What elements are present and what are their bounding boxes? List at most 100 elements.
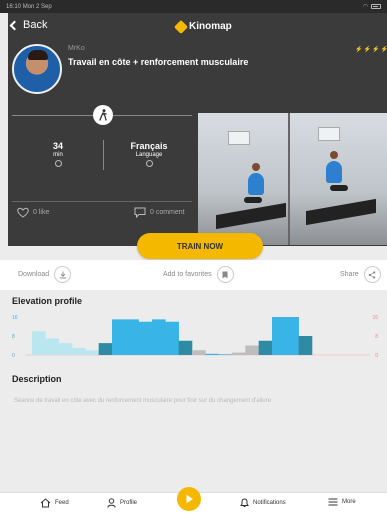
runner-icon: [99, 109, 107, 121]
globe-icon: [145, 160, 153, 167]
duration-value: 34: [52, 141, 63, 151]
elevation-bar: [218, 354, 233, 355]
clock-icon: [54, 160, 62, 167]
runner-left: [248, 173, 264, 195]
tab-notifications-label: Notifications: [253, 500, 286, 506]
energy-bolt-icon: ⚡: [380, 47, 387, 53]
photo-window: [228, 131, 250, 145]
language-value: Français: [130, 141, 168, 151]
top-nav: Back Kinomap: [8, 13, 387, 41]
download-icon: [54, 266, 72, 283]
user-icon: [107, 498, 116, 508]
elevation-bar: [85, 350, 99, 355]
runner-right: [326, 161, 342, 183]
back-label: Back: [23, 19, 48, 31]
heart-icon: [17, 207, 29, 218]
energy-bolt-icon: ⚡: [371, 47, 380, 53]
photo-divider: [288, 113, 290, 245]
train-now-button[interactable]: TRAIN NOW: [137, 233, 263, 259]
tab-bar: Feed Profile Notifications More: [0, 487, 387, 513]
y-axis-right-tick: 8: [375, 334, 378, 340]
tab-notifications[interactable]: Notifications: [240, 498, 286, 508]
y-axis-right-tick: 0: [375, 353, 378, 359]
elevation-bar: [232, 352, 246, 356]
treadmill-left: [216, 202, 286, 230]
language-stat: Français Language: [104, 141, 194, 167]
comment-button[interactable]: 0 comment: [134, 207, 185, 218]
tab-feed-label: Feed: [55, 500, 69, 506]
home-icon: [40, 498, 51, 508]
y-axis-left-tick: 16: [12, 315, 18, 321]
runner-right-legs: [330, 185, 348, 191]
elevation-bar: [125, 319, 139, 356]
progress-handle[interactable]: [93, 105, 113, 125]
y-axis-left-tick: 8: [12, 334, 15, 340]
play-button[interactable]: [177, 487, 201, 511]
runner-right-head: [330, 151, 338, 159]
kinomap-logo: Kinomap: [173, 19, 232, 34]
y-axis-right-tick: 16: [372, 315, 378, 321]
duration-stat: 34 min: [13, 141, 103, 167]
comment-count: 0 comment: [150, 209, 185, 216]
favorites-label: Add to favorites: [163, 271, 212, 278]
workout-thumbnail[interactable]: [198, 113, 387, 245]
add-to-favorites-button[interactable]: Add to favorites: [163, 266, 234, 283]
photo-window: [318, 127, 340, 141]
elevation-bar: [45, 338, 59, 356]
divider: [12, 201, 192, 202]
elevation-bar: [152, 319, 166, 356]
chevron-left-icon: [9, 20, 20, 30]
bell-icon: [240, 498, 249, 507]
elevation-bar: [112, 319, 126, 356]
author-avatar[interactable]: [12, 44, 62, 94]
share-icon: [363, 266, 381, 283]
elevation-bar: [32, 331, 46, 355]
elevation-bar: [192, 350, 206, 355]
brand-name: Kinomap: [189, 21, 232, 32]
workout-hero: Back Kinomap MrKo Travail en côte + renf…: [8, 13, 387, 246]
tab-feed[interactable]: Feed: [40, 498, 69, 508]
elevation-bar: [178, 340, 193, 355]
workout-title: Travail en côte + renforcement musculair…: [68, 57, 249, 67]
status-bar: 16:10 Mon 2 Sep ◠: [0, 0, 387, 13]
comment-icon: [134, 207, 146, 218]
tab-profile-label: Profile: [120, 500, 138, 506]
elevation-bar: [138, 321, 153, 355]
download-button[interactable]: Download: [18, 266, 72, 283]
wifi-icon: ◠: [362, 4, 368, 10]
energy-bolt-icon: ⚡: [363, 47, 371, 53]
share-label: Share: [340, 271, 359, 278]
language-label: Language: [135, 152, 163, 158]
elevation-bar: [245, 345, 259, 355]
treadmill-right: [306, 198, 376, 226]
tab-more[interactable]: More: [328, 498, 356, 506]
elevation-bar: [298, 336, 313, 355]
elevation-title: Elevation profile: [12, 296, 83, 306]
status-date: Mon 2 Sep: [22, 3, 52, 10]
actions-row: Download Add to favorites Share: [0, 260, 387, 290]
energy-level: ⚡⚡⚡⚡⚡⚡: [355, 46, 387, 53]
tab-profile[interactable]: Profile: [107, 498, 137, 508]
runner-left-legs: [244, 197, 262, 203]
share-button[interactable]: Share: [340, 266, 381, 283]
status-time: 16:10: [6, 3, 22, 10]
runner-left-head: [252, 163, 260, 171]
download-label: Download: [18, 271, 50, 278]
battery-icon: [371, 4, 381, 9]
bookmark-icon: [216, 266, 234, 283]
duration-unit: min: [53, 152, 63, 158]
like-button[interactable]: 0 like: [17, 207, 49, 218]
like-count: 0 like: [33, 209, 50, 216]
description-title: Description: [12, 374, 62, 384]
play-icon: [186, 494, 193, 504]
elevation-bar: [58, 343, 73, 356]
elevation-bar: [272, 317, 286, 355]
elevation-bar: [258, 340, 273, 355]
menu-icon: [328, 498, 338, 506]
tab-more-label: More: [342, 499, 356, 505]
y-axis-left-tick: 0: [12, 353, 15, 359]
elevation-bar: [165, 321, 179, 355]
description-text: Séance de travail en côte avec du renfor…: [14, 398, 271, 404]
author-name[interactable]: MrKo: [68, 45, 85, 52]
back-button[interactable]: Back: [9, 19, 48, 31]
